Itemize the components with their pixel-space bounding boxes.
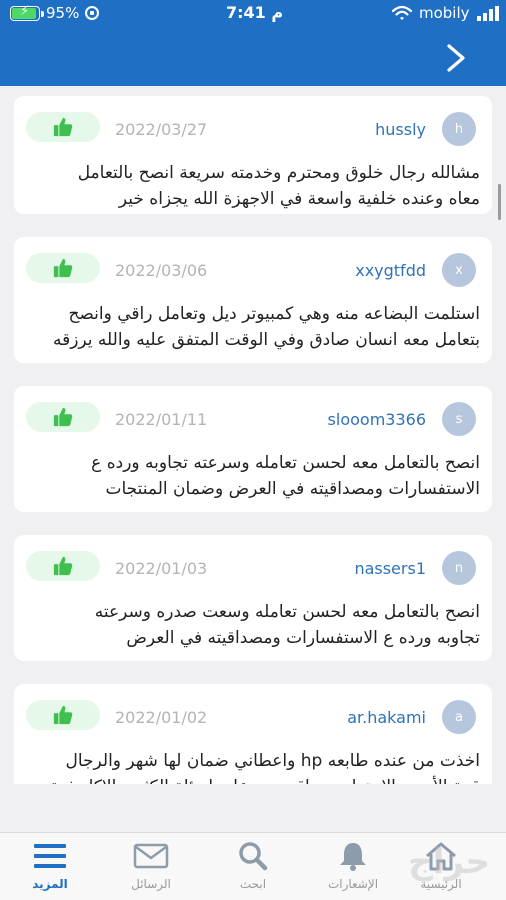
review-card: h hussly 2022/03/27 مشالله رجال خلوق ومح… [14,96,492,214]
review-text: اخذت من عنده طابعه hp واعطاني ضمان لها ش… [50,751,480,784]
review-text: مشالله رجال خلوق ومحترم وخدمته سريعة انص… [77,163,480,209]
thumbs-up-icon [53,407,73,427]
signal-icon [477,6,499,21]
like-button[interactable] [26,112,100,142]
review-date: 2022/03/27 [115,120,208,139]
tab-label: ابحث [239,877,267,891]
review-text: انصح بالتعامل معه لحسن تعامله وسعت صدره … [94,602,480,648]
review-card: s slooom3366 2022/01/11 انصح بالتعامل مع… [14,386,492,512]
thumbs-up-icon [53,258,73,278]
status-bar: ⚡ 95% 7:41 م mobily [0,0,506,30]
like-button[interactable] [26,402,100,432]
review-date: 2022/01/11 [115,410,208,429]
rotation-lock-icon [85,6,99,20]
reviews-feed[interactable]: h hussly 2022/03/27 مشالله رجال خلوق ومح… [0,86,506,784]
avatar[interactable]: h [442,112,476,146]
like-button[interactable] [26,551,100,581]
battery-percent: 95% [46,4,80,22]
review-username[interactable]: ar.hakami [347,708,426,727]
review-card: a ar.hakami 2022/01/02 اخذت من عنده طابع… [14,684,492,784]
tab-search[interactable]: ابحث [213,841,293,899]
review-date: 2022/01/02 [115,708,208,727]
search-icon [239,842,268,871]
tab-more[interactable]: المزيد [10,841,90,899]
avatar[interactable]: a [442,700,476,734]
tab-label: المزيد [32,877,68,891]
review-username[interactable]: hussly [375,120,426,139]
tab-messages[interactable]: الرسائل [111,841,191,899]
review-card: n nassers1 2022/01/03 انصح بالتعامل معه … [14,535,492,661]
scrollbar[interactable] [498,184,501,220]
app-header: ⚡ 95% 7:41 م mobily [0,0,506,86]
thumbs-up-icon [53,556,73,576]
thumbs-up-icon [53,117,73,137]
carrier-name: mobily [419,4,470,22]
wifi-icon [392,5,412,20]
like-button[interactable] [26,253,100,283]
review-username[interactable]: nassers1 [354,559,426,578]
chevron-right-icon[interactable] [444,43,468,73]
review-username[interactable]: slooom3366 [328,410,426,429]
avatar[interactable]: s [442,402,476,436]
review-card: x xxygtfdd 2022/03/06 استلمت البضاعه منه… [14,237,492,363]
thumbs-up-icon [53,705,73,725]
review-date: 2022/01/03 [115,559,208,578]
battery-icon: ⚡ [10,4,44,21]
envelope-icon [133,843,169,869]
review-text: استلمت البضاعه منه وهي كمبيوتر ديل وتعام… [52,304,480,350]
review-date: 2022/03/06 [115,261,208,280]
tab-label: الرسائل [131,877,171,891]
review-username[interactable]: xxygtfdd [355,261,426,280]
menu-icon [34,844,66,868]
review-text: انصح بالتعامل معه لحسن تعامله وسرعته تجا… [91,453,480,499]
watermark-logo: حراج [408,842,490,882]
avatar[interactable]: n [442,551,476,585]
status-time: 7:41 م [226,3,284,22]
avatar[interactable]: x [442,253,476,287]
like-button[interactable] [26,700,100,730]
